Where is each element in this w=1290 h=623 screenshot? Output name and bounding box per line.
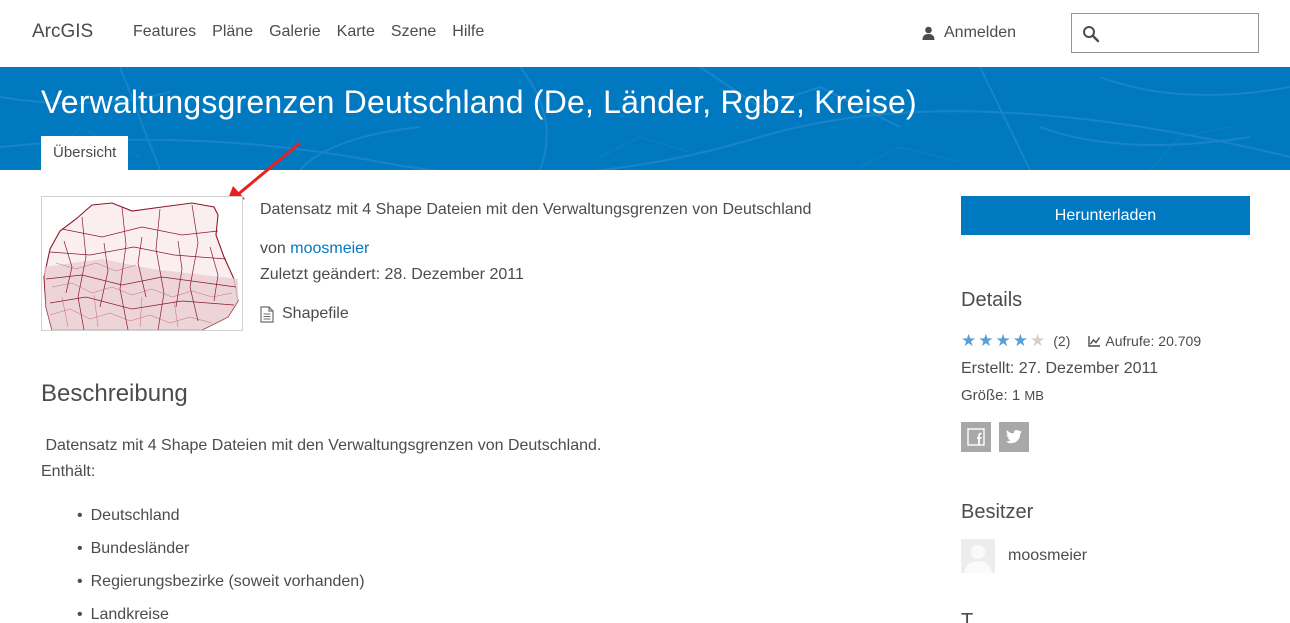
last-modified: Zuletzt geändert: 28. Dezember 2011 xyxy=(260,266,524,283)
nav-link-features[interactable]: Features xyxy=(133,23,196,41)
search-input[interactable] xyxy=(1108,20,1248,46)
list-item: Deutschland xyxy=(77,507,365,540)
star-rating[interactable]: ★ ★ ★ ★ ★ xyxy=(961,332,1045,349)
item-title: Verwaltungsgrenzen Deutschland (De, Länd… xyxy=(41,84,917,120)
nav-link-plans[interactable]: Pläne xyxy=(212,23,253,41)
twitter-icon xyxy=(1005,429,1022,444)
nav-link-gallery[interactable]: Galerie xyxy=(269,23,321,41)
owner-card[interactable]: moosmeier xyxy=(961,539,1087,573)
item-thumbnail[interactable] xyxy=(41,196,243,331)
search-icon xyxy=(1083,26,1100,43)
document-icon xyxy=(260,305,274,323)
item-summary: Datensatz mit 4 Shape Dateien mit den Ve… xyxy=(260,201,812,218)
list-item: Regierungsbezirke (soweit vorhanden) xyxy=(77,573,365,606)
owner-heading: Besitzer xyxy=(961,501,1034,523)
facebook-share-button[interactable] xyxy=(961,422,991,452)
germany-map-thumbnail xyxy=(42,197,242,330)
tab-overview[interactable]: Übersicht xyxy=(41,136,129,170)
sign-in-label: Anmelden xyxy=(944,24,1017,41)
item-type: Shapefile xyxy=(260,305,349,323)
views: Aufrufe: 20.709 xyxy=(1088,333,1201,349)
owner-name[interactable]: moosmeier xyxy=(1008,547,1087,565)
twitter-share-button[interactable] xyxy=(999,422,1029,452)
list-item: Bundesländer xyxy=(77,540,365,573)
star-icon[interactable]: ★ xyxy=(1013,332,1028,349)
facebook-icon xyxy=(967,428,985,446)
rating-count: (2) xyxy=(1053,332,1071,349)
owner-line: von moosmeier xyxy=(260,240,369,258)
owner-link[interactable]: moosmeier xyxy=(290,240,369,257)
nav-link-map[interactable]: Karte xyxy=(337,23,375,41)
user-avatar-icon xyxy=(961,539,995,573)
search-box[interactable] xyxy=(1071,13,1259,53)
nav-link-help[interactable]: Hilfe xyxy=(452,23,484,41)
nav-links: Features Pläne Galerie Karte Szene Hilfe xyxy=(133,23,484,41)
star-icon[interactable]: ★ xyxy=(961,332,976,349)
user-icon xyxy=(922,26,935,40)
tags-heading: T xyxy=(961,610,974,623)
star-icon[interactable]: ★ xyxy=(996,332,1011,349)
sign-in-button[interactable]: Anmelden xyxy=(922,24,1016,42)
item-size: Größe: 1 MB xyxy=(961,387,1044,404)
description-contains: Enthält: xyxy=(41,463,96,480)
rating-row: ★ ★ ★ ★ ★ (2) Aufrufe: 20.709 xyxy=(961,332,1201,349)
nav-link-scene[interactable]: Szene xyxy=(391,23,436,41)
description-text: Datensatz mit 4 Shape Dateien mit den Ve… xyxy=(45,437,602,454)
avatar xyxy=(961,539,995,573)
description-heading: Beschreibung xyxy=(41,380,188,407)
views-count: Aufrufe: 20.709 xyxy=(1105,332,1202,349)
title-banner: Verwaltungsgrenzen Deutschland (De, Länd… xyxy=(0,67,1290,170)
star-icon[interactable]: ★ xyxy=(978,332,993,349)
top-navigation: ArcGIS Features Pläne Galerie Karte Szen… xyxy=(0,0,1290,67)
star-icon[interactable]: ★ xyxy=(1030,332,1045,349)
description-list: Deutschland Bundesländer Regierungsbezir… xyxy=(77,507,365,623)
social-share xyxy=(961,422,1029,452)
arcgis-logo[interactable]: ArcGIS xyxy=(32,21,93,43)
details-heading: Details xyxy=(961,289,1023,311)
by-prefix: von xyxy=(260,240,286,257)
chart-icon xyxy=(1088,335,1101,347)
created-date: Erstellt: 27. Dezember 2011 xyxy=(961,360,1159,377)
item-type-label: Shapefile xyxy=(282,305,349,322)
download-button[interactable]: Herunterladen xyxy=(961,196,1250,235)
list-item: Landkreise xyxy=(77,606,365,623)
